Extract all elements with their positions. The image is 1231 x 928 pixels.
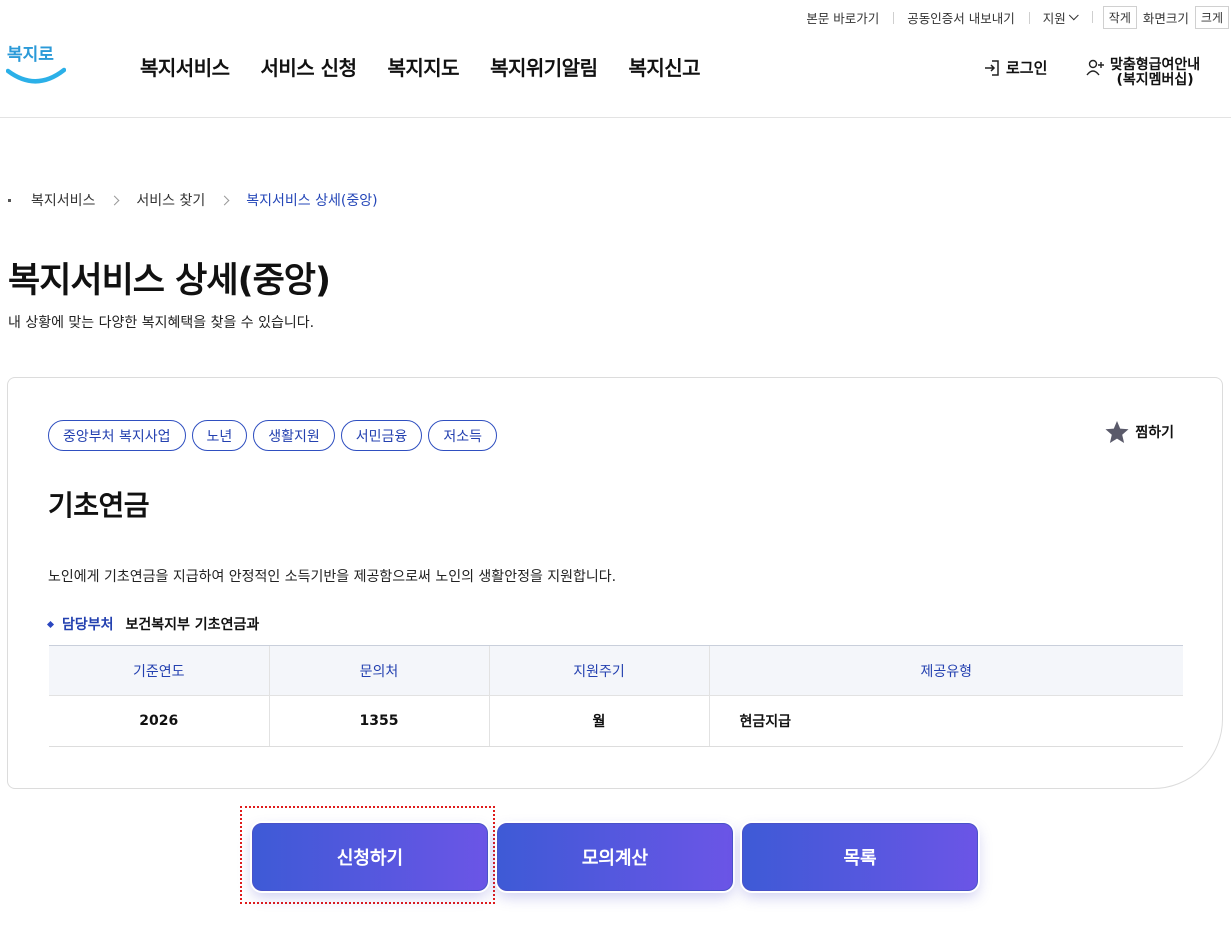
support-label: 지원 [1042,10,1066,26]
bokjiro-logo-icon: 복지로 [5,45,67,84]
tag-central-ministry[interactable]: 중앙부처 복지사업 [48,420,186,451]
department-label: 담당부처 [62,617,114,633]
cert-export-link[interactable]: 공동인증서 내보내기 [893,8,1028,27]
header-divider [0,117,1231,118]
tag-microfinance[interactable]: 서민금융 [340,420,423,451]
zoom-large-button[interactable]: 크게 [1194,5,1229,29]
header-provision-type: 제공유형 [708,645,1183,696]
login-label: 로그인 [1006,59,1048,77]
star-icon [1105,421,1129,443]
table-row: 2026 1355 월 현금지급 [49,695,1183,747]
service-detail-card: 중앙부처 복지사업 노년 생활지원 서민금융 저소득 찜하기 기초연금 노인에게… [7,377,1223,789]
support-dropdown[interactable]: 지원 [1028,8,1092,27]
skip-to-content-link[interactable]: 본문 바로가기 [792,8,893,27]
site-logo[interactable]: 복지로 [5,38,67,88]
membership-line1: 맞춤형급여안내 [1110,57,1201,73]
membership-line2: (복지멤버십) [1116,72,1194,88]
table-header-row: 기준연도 문의처 지원주기 제공유형 [49,645,1183,696]
department-info: 담당부처 보건복지부 기초연금과 [46,614,260,634]
nav-service-apply[interactable]: 서비스 신청 [261,52,357,81]
header-base-year: 기준연도 [49,645,269,696]
nav-welfare-map[interactable]: 복지지도 [387,52,459,81]
tag-elderly[interactable]: 노년 [191,420,248,451]
simulate-button[interactable]: 모의계산 [497,823,733,891]
tag-list: 중앙부처 복지사업 노년 생활지원 서민금융 저소득 [48,420,497,451]
breadcrumb: 복지서비스 서비스 찾기 복지서비스 상세(중앙) [8,190,378,210]
apply-button[interactable]: 신청하기 [252,823,488,891]
list-button[interactable]: 목록 [742,823,978,891]
page-title: 복지서비스 상세(중앙) [8,261,331,301]
logo-text: 복지로 [7,45,54,65]
nav-welfare-services[interactable]: 복지서비스 [140,52,230,81]
favorite-button[interactable]: 찜하기 [1104,420,1174,444]
favorite-label: 찜하기 [1135,425,1174,441]
membership-text: 맞춤형급여안내 (복지멤버십) [1110,58,1200,88]
chevron-right-icon [109,195,120,205]
page-subtitle: 내 상황에 맞는 다양한 복지혜택을 찾을 수 있습니다. [8,315,315,331]
cell-contact: 1355 [268,695,489,747]
nav-welfare-report[interactable]: 복지신고 [628,52,700,81]
utility-bar: 본문 바로가기 공동인증서 내보내기 지원 작게 화면크기 크게 [792,5,1231,29]
zoom-label: 화면크기 [1142,10,1189,26]
main-nav: 복지서비스 서비스 신청 복지지도 복지위기알림 복지신고 [140,52,701,81]
service-info-table: 기준연도 문의처 지원주기 제공유형 2026 1355 월 현금지급 [49,645,1183,747]
breadcrumb-item-current: 복지서비스 상세(중앙) [246,193,378,209]
zoom-small-button[interactable]: 작게 [1102,5,1137,29]
divider [1091,11,1093,23]
membership-link[interactable]: 맞춤형급여안내 (복지멤버십) [1086,58,1200,88]
diamond-bullet-icon [46,620,55,628]
department-value: 보건복지부 기초연금과 [125,617,260,633]
header-contact: 문의처 [268,645,489,696]
service-name: 기초연금 [48,489,150,522]
tag-low-income[interactable]: 저소득 [428,420,497,451]
service-description: 노인에게 기초연금을 지급하여 안정적인 소득기반을 제공함으로써 노인의 생활… [48,569,617,585]
breadcrumb-item-welfare-services[interactable]: 복지서비스 [31,190,95,210]
nav-crisis-alert[interactable]: 복지위기알림 [490,52,598,81]
user-add-icon [1086,59,1104,76]
cell-provision-type: 현금지급 [708,695,1183,747]
breadcrumb-item-service-search[interactable]: 서비스 찾기 [136,190,205,210]
chevron-right-icon [219,195,230,205]
tag-living-support[interactable]: 생활지원 [253,420,335,451]
login-button[interactable]: 로그인 [983,57,1047,78]
cell-base-year: 2026 [49,695,269,747]
chevron-down-icon [1068,9,1079,20]
home-bullet-icon [8,198,11,202]
header-support-cycle: 지원주기 [488,645,709,696]
login-icon [985,59,999,76]
cell-support-cycle: 월 [488,695,709,747]
